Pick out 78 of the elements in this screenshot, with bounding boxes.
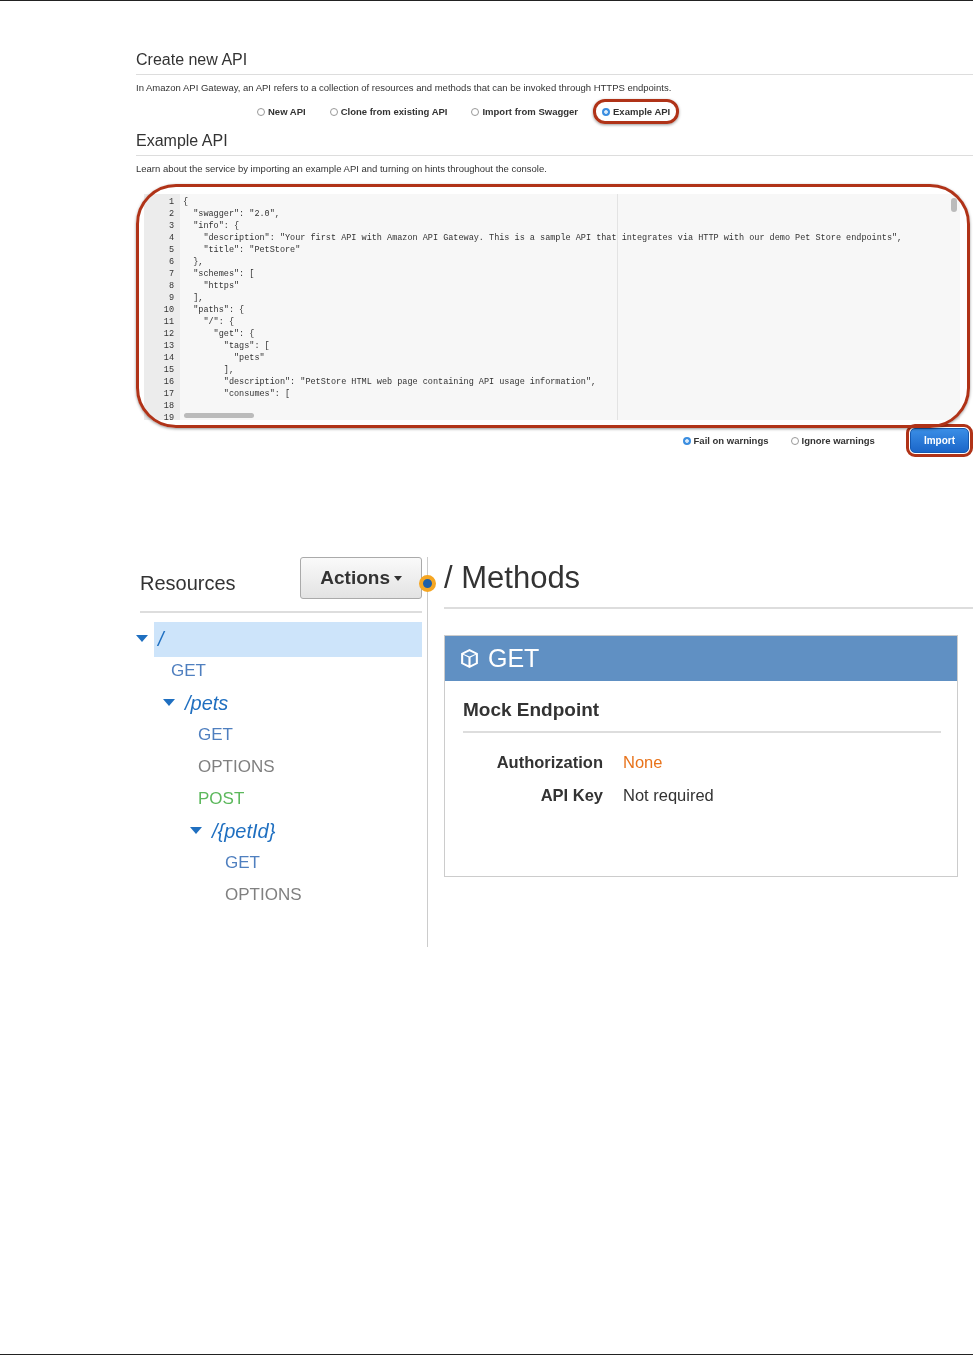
section-title: Example API (136, 132, 973, 156)
line-number: 7 (167, 268, 174, 280)
radio-option[interactable]: Clone from existing API (320, 99, 457, 124)
method-item[interactable]: OPTIONS (225, 885, 302, 905)
radio-icon[interactable] (682, 436, 691, 445)
code-line: { (183, 196, 189, 208)
line-number: 14 (162, 352, 174, 364)
line-number: 5 (167, 244, 174, 256)
code-line: "get": { (212, 328, 255, 340)
radio-icon[interactable] (471, 107, 480, 116)
scrollbar-thumb[interactable] (951, 198, 957, 212)
method-name: GET (488, 644, 540, 673)
radio-icon[interactable] (790, 436, 799, 445)
line-number: 11 (162, 316, 174, 328)
method-item[interactable]: GET (171, 661, 206, 681)
hint-dot-icon[interactable] (419, 575, 436, 592)
field-value: Not required (623, 786, 714, 805)
code-line: "swagger": "2.0", (192, 208, 280, 220)
radio-option[interactable]: Ignore warnings (781, 428, 884, 453)
radio-option[interactable]: Fail on warnings (673, 428, 778, 453)
code-line: "description": "Your first API with Amazon API Gateway. This is a sample API that integrates via HTTP with our demo Pet Store endpoints", (202, 232, 903, 244)
line-number: 9 (167, 292, 174, 304)
cube-icon (459, 648, 480, 669)
code-line: ], (222, 364, 234, 376)
scrollbar-thumb[interactable] (184, 413, 254, 418)
code-line: "tags": [ (222, 340, 270, 352)
radio-icon[interactable] (329, 107, 338, 116)
caret-icon[interactable] (190, 827, 202, 835)
code-line: ], (192, 292, 204, 304)
code-line: "info": { (192, 220, 240, 232)
endpoint-title: Mock Endpoint (463, 681, 941, 733)
field-value: None (623, 753, 664, 772)
method-item[interactable]: GET (198, 725, 233, 745)
import-button[interactable]: Import (909, 428, 969, 453)
code-line: "description": "PetStore HTML web page containing API usage information", (222, 376, 597, 388)
line-number: 19 (162, 412, 174, 420)
panel-title: Resources (140, 570, 236, 595)
line-number: 1 (167, 196, 174, 208)
section-description: In Amazon API Gateway, an API refers to a collection of resources and methods that can be invoked through HTTPS endpoints. (136, 82, 673, 93)
method-item[interactable]: OPTIONS (198, 757, 275, 777)
caret-icon (394, 575, 402, 581)
line-number: 18 (162, 400, 174, 412)
code-line: "https" (202, 280, 240, 292)
line-number: 8 (167, 280, 174, 292)
radio-icon[interactable] (602, 107, 611, 116)
actions-button[interactable]: Actions (300, 557, 422, 599)
page-title: / Methods (444, 557, 973, 609)
section-description: Learn about the service by importing an example API and turning on hints throughout the console. (136, 163, 548, 174)
code-line: "pets" (233, 352, 265, 364)
resource-item[interactable]: / (154, 621, 422, 657)
code-line: "schemes": [ (192, 268, 255, 280)
line-number: 17 (162, 388, 174, 400)
radio-option[interactable]: Example API (593, 99, 680, 124)
resource-item[interactable]: /pets (181, 685, 422, 721)
caret-icon[interactable] (163, 699, 175, 707)
field-label: API Key (539, 786, 603, 805)
line-number: 15 (162, 364, 174, 376)
radio-option[interactable]: New API (248, 99, 315, 124)
code-line: "paths": { (192, 304, 245, 316)
line-number: 12 (162, 328, 174, 340)
line-number: 16 (162, 376, 174, 388)
radio-option[interactable]: Import from Swagger (462, 99, 588, 124)
line-number: 3 (167, 220, 174, 232)
field-label: Authorization (495, 753, 603, 772)
resource-item[interactable]: /{petId} (208, 813, 422, 849)
section-title: Create new API (136, 51, 973, 75)
line-number: 2 (167, 208, 174, 220)
method-item[interactable]: GET (225, 853, 260, 873)
line-number: 13 (162, 340, 174, 352)
line-number: 6 (167, 256, 174, 268)
code-line: "title": "PetStore" (202, 244, 301, 256)
code-line: "consumes": [ (222, 388, 291, 400)
code-line: }, (192, 256, 204, 268)
code-line: "/": { (202, 316, 234, 328)
line-number: 10 (162, 304, 174, 316)
caret-icon[interactable] (136, 635, 148, 643)
radio-icon[interactable] (257, 107, 265, 116)
line-number: 4 (167, 232, 174, 244)
